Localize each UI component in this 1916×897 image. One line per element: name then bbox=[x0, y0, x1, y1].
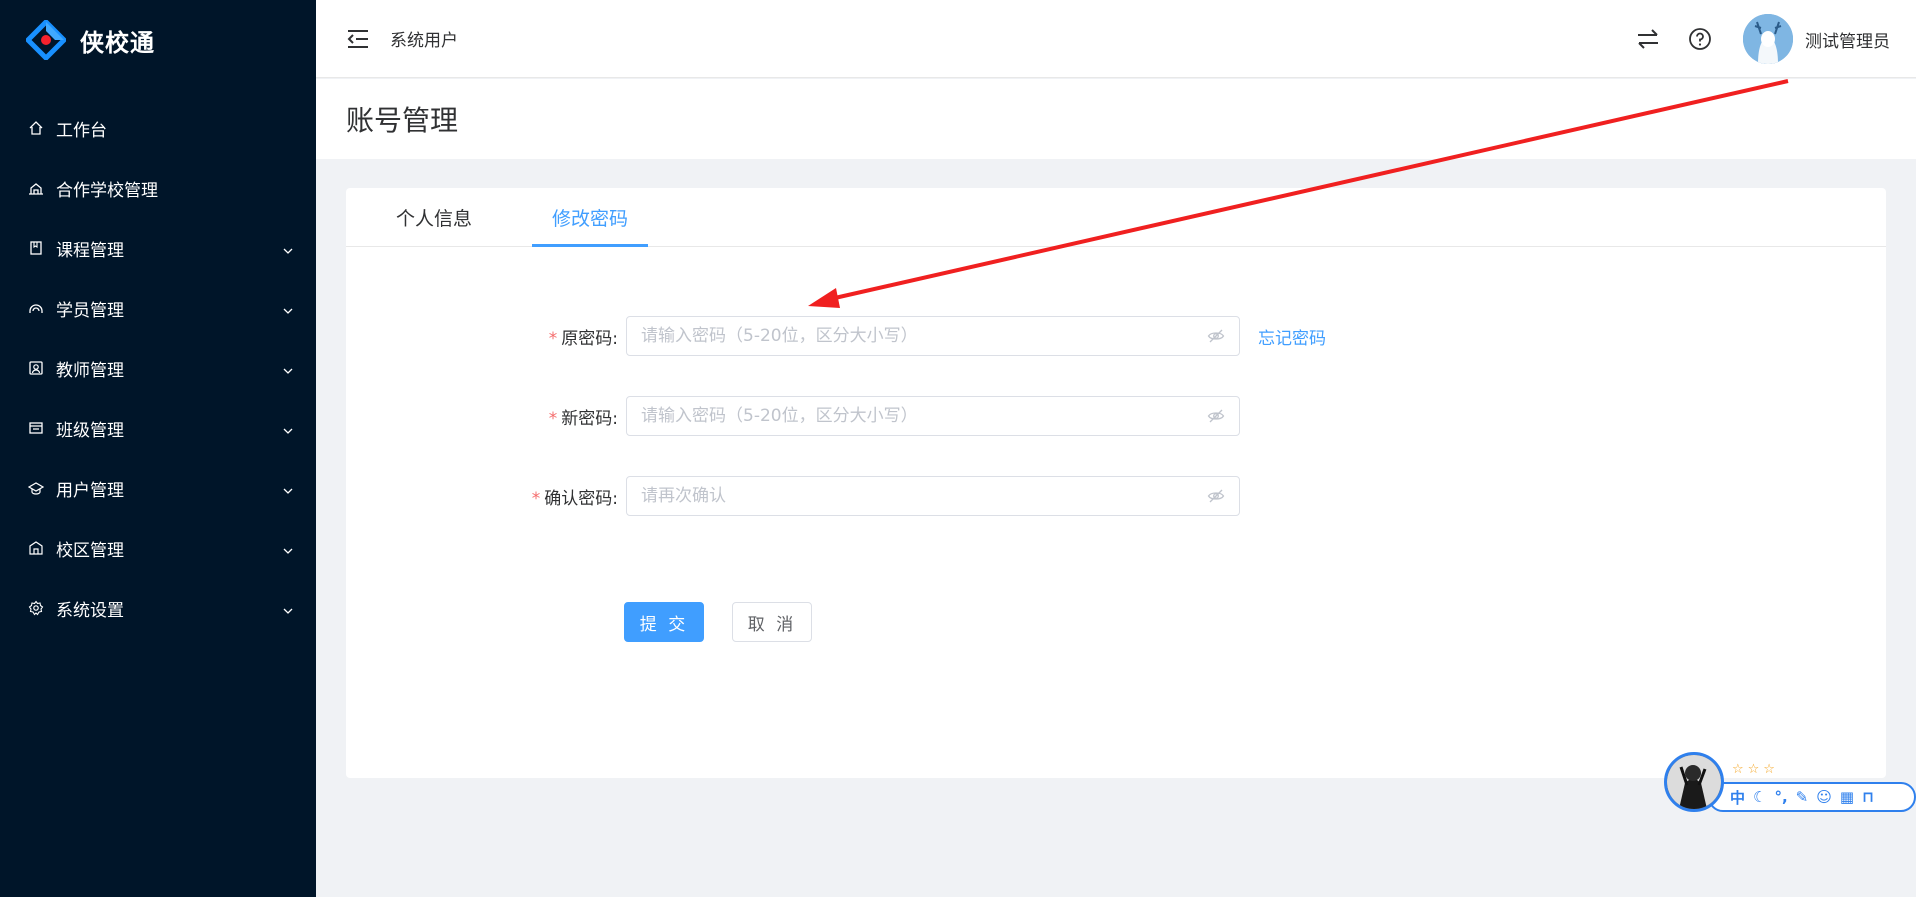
switch-icon[interactable] bbox=[1635, 26, 1661, 52]
sidebar-item-label: 学员管理 bbox=[56, 300, 124, 321]
required-mark: * bbox=[548, 328, 558, 349]
teacher-icon bbox=[28, 360, 44, 376]
form-row-confirm-password: * 确认密码: bbox=[346, 476, 1886, 516]
home-icon bbox=[28, 120, 44, 136]
form-row-new-password: * 新密码: bbox=[346, 396, 1886, 436]
sidebar-item-users[interactable]: 用户管理 bbox=[0, 458, 316, 518]
sidebar-item-system-settings[interactable]: 系统设置 bbox=[0, 578, 316, 638]
sidebar-item-label: 用户管理 bbox=[56, 480, 124, 501]
form-row-old-password: * 原密码: 忘记密码 bbox=[346, 316, 1886, 356]
sidebar-item-label: 课程管理 bbox=[56, 240, 124, 261]
confirm-password-wrapper bbox=[626, 476, 1240, 516]
chevron-down-icon bbox=[282, 242, 294, 254]
punctuation-icon[interactable]: °, bbox=[1774, 788, 1787, 806]
tab-profile[interactable]: 个人信息 bbox=[396, 188, 472, 246]
chevron-down-icon bbox=[282, 422, 294, 434]
book-icon bbox=[28, 240, 44, 256]
emoji-icon[interactable]: ☺ bbox=[1816, 788, 1832, 806]
top-header: 系统用户 测试管理员 bbox=[316, 0, 1916, 78]
menu-collapse-icon[interactable] bbox=[346, 28, 370, 50]
avatar[interactable] bbox=[1743, 14, 1793, 64]
chevron-down-icon bbox=[282, 482, 294, 494]
label-text: 确认密码: bbox=[544, 488, 618, 509]
ime-avatar[interactable] bbox=[1664, 752, 1724, 812]
eye-hidden-icon[interactable] bbox=[1207, 407, 1225, 425]
ime-mode-label[interactable]: 中 bbox=[1730, 787, 1745, 808]
page-title: 账号管理 bbox=[346, 104, 459, 137]
sidebar-item-partner-schools[interactable]: 合作学校管理 bbox=[0, 158, 316, 218]
old-password-label: * 原密码: bbox=[418, 324, 618, 349]
user-name[interactable]: 测试管理员 bbox=[1805, 27, 1890, 52]
sidebar-item-campuses[interactable]: 校区管理 bbox=[0, 518, 316, 578]
tab-bar: 个人信息 修改密码 bbox=[346, 188, 1886, 247]
sidebar-item-teachers[interactable]: 教师管理 bbox=[0, 338, 316, 398]
eye-hidden-icon[interactable] bbox=[1207, 487, 1225, 505]
required-mark: * bbox=[548, 408, 558, 429]
sidebar-item-dashboard[interactable]: 工作台 bbox=[0, 98, 316, 158]
new-password-input[interactable] bbox=[641, 406, 1207, 426]
chevron-down-icon bbox=[282, 602, 294, 614]
chevron-down-icon bbox=[282, 302, 294, 314]
tab-change-password[interactable]: 修改密码 bbox=[532, 188, 649, 247]
sidebar-item-courses[interactable]: 课程管理 bbox=[0, 218, 316, 278]
account-card: 个人信息 修改密码 * 原密码: 忘记密码 * 新密码: * 确认密码: 提 交… bbox=[346, 188, 1886, 778]
sidebar-menu: 工作台 合作学校管理 课程管理 学员管理 教师管理 班级管理 用户管理 校区管理… bbox=[0, 98, 316, 638]
label-text: 原密码: bbox=[561, 328, 618, 349]
brand-logo-icon bbox=[24, 18, 68, 62]
sidebar-item-label: 系统设置 bbox=[56, 600, 124, 621]
chevron-down-icon bbox=[282, 362, 294, 374]
settings-icon bbox=[28, 600, 44, 616]
submit-button[interactable]: 提 交 bbox=[624, 602, 704, 642]
grid-icon[interactable]: ▦ bbox=[1840, 788, 1854, 806]
old-password-input[interactable] bbox=[641, 326, 1207, 346]
sidebar-item-classes[interactable]: 班级管理 bbox=[0, 398, 316, 458]
header-actions: 测试管理员 bbox=[1635, 0, 1890, 78]
school-icon bbox=[28, 180, 44, 196]
brand[interactable]: 侠校通 bbox=[0, 0, 316, 80]
eye-hidden-icon[interactable] bbox=[1207, 327, 1225, 345]
sidebar: 侠校通 工作台 合作学校管理 课程管理 学员管理 教师管理 班级管理 用户管理 … bbox=[0, 0, 316, 897]
sidebar-item-label: 教师管理 bbox=[56, 360, 124, 381]
chevron-down-icon bbox=[282, 542, 294, 554]
sidebar-item-label: 合作学校管理 bbox=[56, 180, 158, 201]
brand-name: 侠校通 bbox=[80, 28, 155, 57]
wrench-icon[interactable]: ✎ bbox=[1796, 788, 1809, 806]
breadcrumb[interactable]: 系统用户 bbox=[390, 26, 458, 51]
ime-toolbar[interactable]: ☆☆☆ 中 ☾ °, ✎ ☺ ▦ ⊓ bbox=[1662, 752, 1916, 814]
campus-icon bbox=[28, 540, 44, 556]
help-icon[interactable] bbox=[1687, 26, 1713, 52]
sidebar-item-label: 班级管理 bbox=[56, 420, 124, 441]
cancel-button[interactable]: 取 消 bbox=[732, 602, 812, 642]
sidebar-item-label: 校区管理 bbox=[56, 540, 124, 561]
label-text: 新密码: bbox=[561, 408, 618, 429]
new-password-wrapper bbox=[626, 396, 1240, 436]
sidebar-item-label: 工作台 bbox=[56, 120, 107, 141]
new-password-label: * 新密码: bbox=[418, 404, 618, 429]
ime-star-icons: ☆☆☆ bbox=[1732, 762, 1779, 777]
user-icon bbox=[28, 480, 44, 496]
page-header: 账号管理 bbox=[316, 79, 1916, 159]
class-icon bbox=[28, 420, 44, 436]
old-password-wrapper bbox=[626, 316, 1240, 356]
ime-bar[interactable]: 中 ☾ °, ✎ ☺ ▦ ⊓ bbox=[1708, 782, 1916, 812]
confirm-password-input[interactable] bbox=[641, 486, 1207, 506]
sidebar-item-students[interactable]: 学员管理 bbox=[0, 278, 316, 338]
required-mark: * bbox=[531, 488, 541, 509]
confirm-password-label: * 确认密码: bbox=[418, 484, 618, 509]
forgot-password-link[interactable]: 忘记密码 bbox=[1258, 324, 1326, 349]
moon-icon[interactable]: ☾ bbox=[1753, 788, 1766, 806]
lock-icon[interactable]: ⊓ bbox=[1862, 788, 1874, 806]
student-icon bbox=[28, 300, 44, 316]
